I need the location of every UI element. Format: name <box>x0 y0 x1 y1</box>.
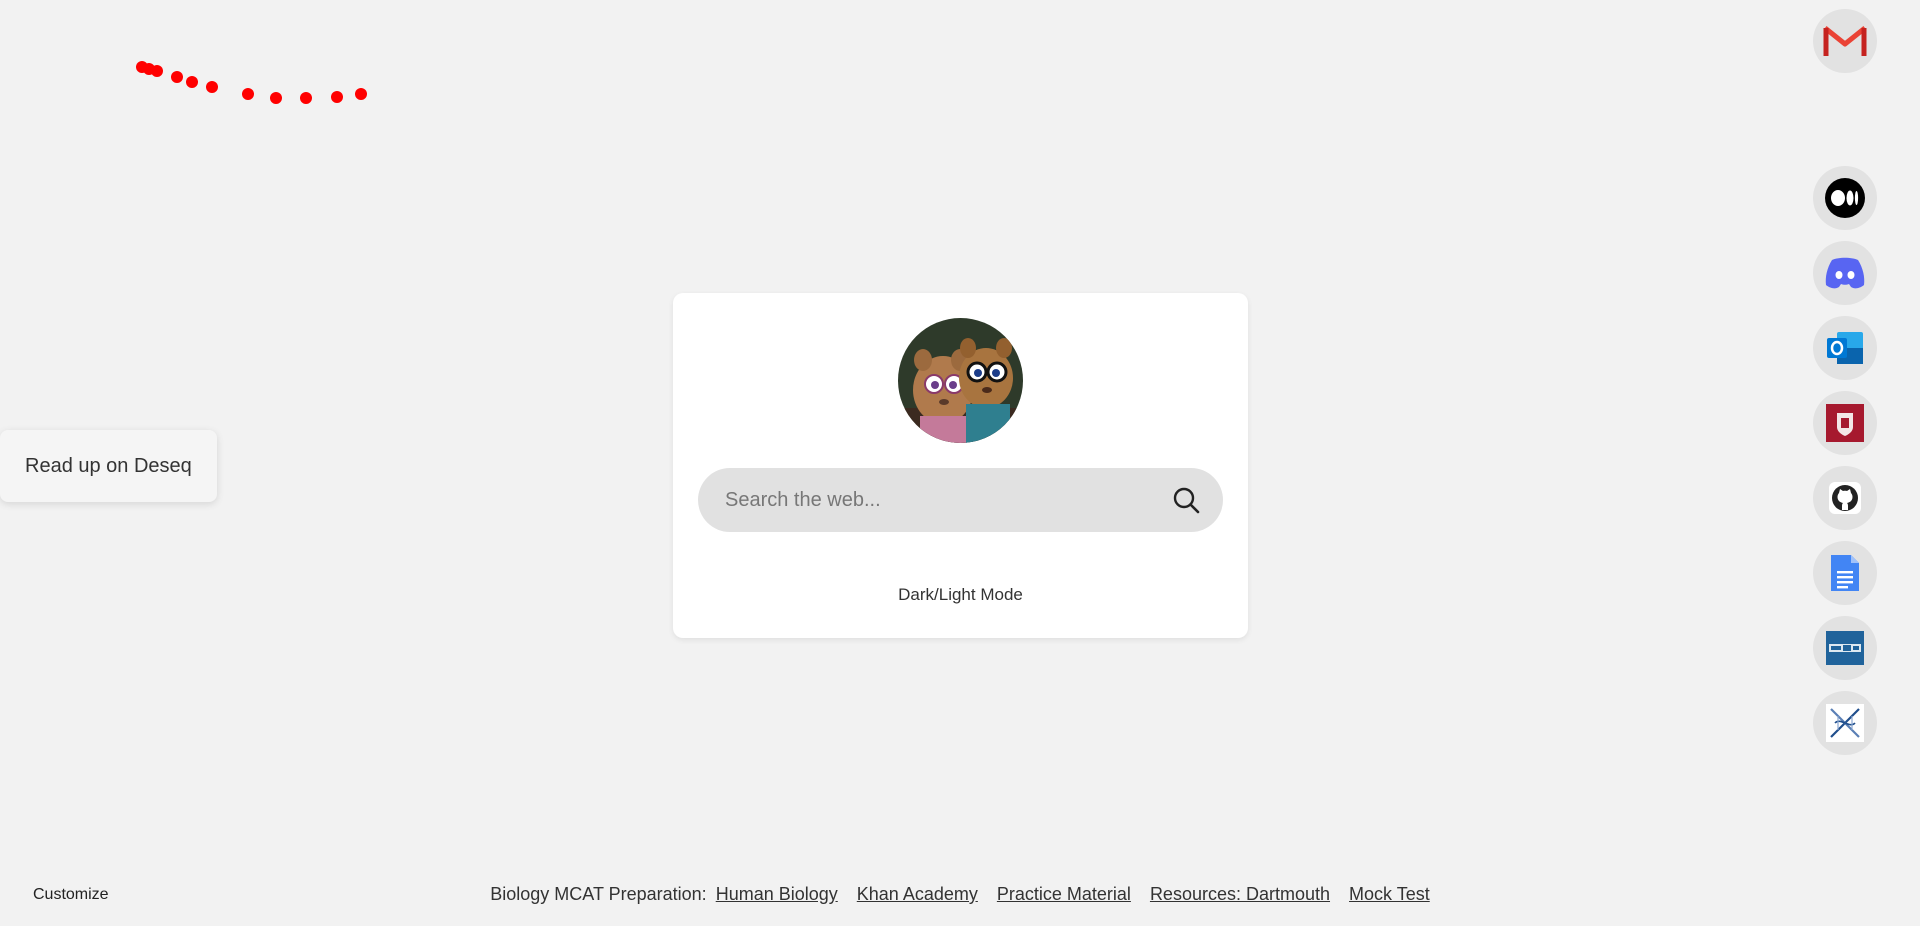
link-human-biology[interactable]: Human Biology <box>716 884 838 904</box>
discord-icon <box>1825 257 1865 289</box>
outlook-shortcut[interactable] <box>1813 316 1877 380</box>
gmail-shortcut[interactable] <box>1813 9 1877 73</box>
trail-dot <box>355 88 367 100</box>
search-bar <box>698 468 1223 532</box>
medium-icon <box>1825 178 1865 218</box>
search-card: Dark/Light Mode <box>673 293 1248 638</box>
avatar-image <box>898 318 1023 443</box>
outlook-icon <box>1827 332 1863 364</box>
link-practice-material[interactable]: Practice Material <box>997 884 1131 904</box>
search-icon <box>1173 487 1200 514</box>
link-khan-academy[interactable]: Khan Academy <box>857 884 978 904</box>
dna-icon <box>1826 704 1864 742</box>
cursor-trail <box>136 61 367 104</box>
dartmouth-icon <box>1826 404 1864 442</box>
footer-links: Biology MCAT Preparation: Human Biology … <box>0 884 1920 905</box>
google-docs-shortcut[interactable] <box>1813 541 1877 605</box>
trail-dot <box>300 92 312 104</box>
avatar <box>898 318 1023 443</box>
trail-dot <box>151 65 163 77</box>
search-button[interactable] <box>1169 483 1203 517</box>
github-icon <box>1829 482 1861 514</box>
github-shortcut[interactable] <box>1813 466 1877 530</box>
trail-dot <box>331 91 343 103</box>
sticky-note-text: Read up on Deseq <box>25 454 192 477</box>
footer-prefix: Biology MCAT Preparation: <box>490 884 707 904</box>
dna-shortcut[interactable] <box>1813 691 1877 755</box>
dark-light-mode-toggle[interactable]: Dark/Light Mode <box>673 585 1248 605</box>
link-resources-dartmouth[interactable]: Resources: Dartmouth <box>1150 884 1330 904</box>
trail-dot <box>270 92 282 104</box>
medium-shortcut[interactable] <box>1813 166 1877 230</box>
sticky-note[interactable]: Read up on Deseq <box>0 430 217 502</box>
gmail-icon <box>1823 26 1867 56</box>
trail-dot <box>186 76 198 88</box>
trail-dot <box>206 81 218 93</box>
discord-shortcut[interactable] <box>1813 241 1877 305</box>
google-docs-icon <box>1831 555 1859 591</box>
trail-dot <box>171 71 183 83</box>
search-input[interactable] <box>723 487 1169 513</box>
dartmouth-shortcut[interactable] <box>1813 391 1877 455</box>
link-mock-test[interactable]: Mock Test <box>1349 884 1430 904</box>
trail-dot <box>242 88 254 100</box>
pubmed-shortcut[interactable] <box>1813 616 1877 680</box>
pubmed-icon <box>1826 631 1864 665</box>
